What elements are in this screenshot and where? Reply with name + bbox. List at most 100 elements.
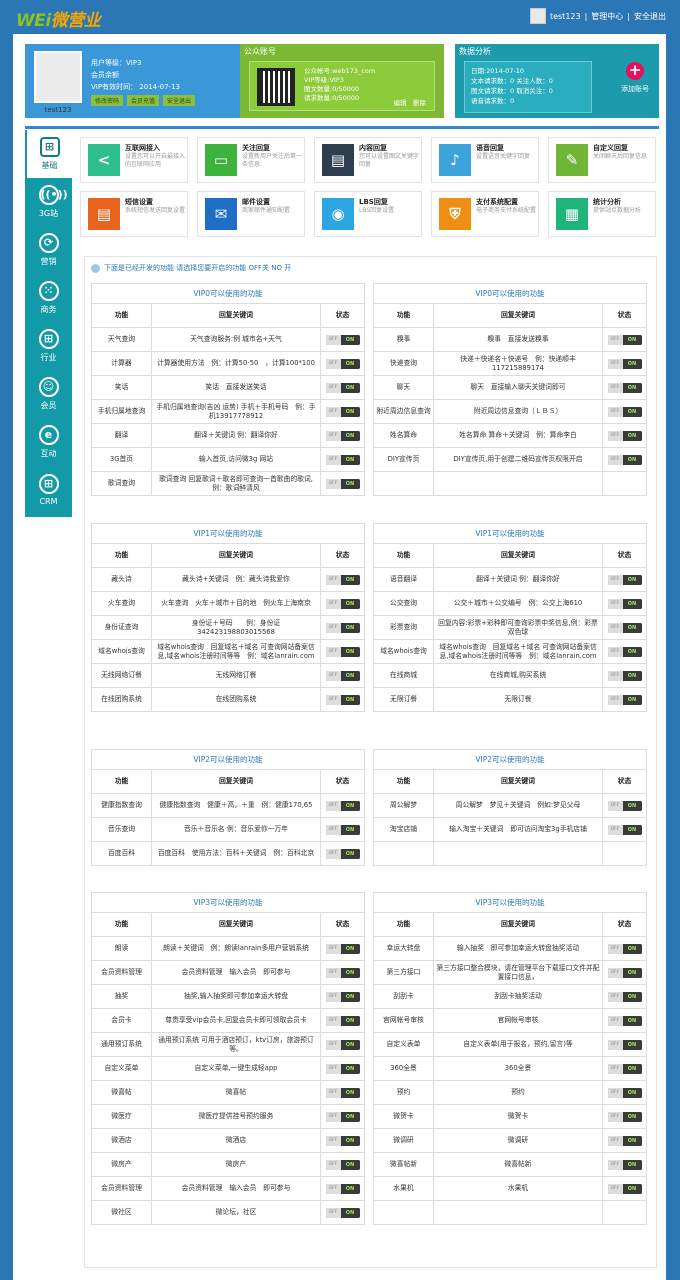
module-tile-4[interactable]: ✎ 自定义回复 关闭聊天后回复信息 [548,137,656,183]
on-off-toggle[interactable]: OFF ON [607,1135,642,1146]
nav-item-3[interactable]: ⁙ 商务 [25,274,72,322]
feature-keyword: 360全景 [433,1056,603,1081]
feature-keyword: 微房产 [151,1152,321,1177]
on-off-toggle[interactable]: OFF ON [607,694,642,705]
module-tile-7[interactable]: ◉ LBS回复 LBS回复设置 [314,191,422,237]
on-off-toggle[interactable]: OFF ON [607,991,642,1002]
on-off-toggle[interactable]: OFF ON [325,598,360,609]
module-tile-8[interactable]: ⛨ 支付系统配置 电子商务支付系统配置 [431,191,539,237]
toggle-on: ON [340,358,360,369]
on-off-toggle[interactable]: OFF ON [607,382,642,393]
change-password-button[interactable]: 修改密码 [91,95,124,106]
nav-item-5[interactable]: ☺ 会员 [25,370,72,418]
on-off-toggle[interactable]: OFF ON [325,967,360,978]
on-off-toggle[interactable]: OFF ON [325,943,360,954]
on-off-toggle[interactable]: OFF ON [607,646,642,657]
on-off-toggle[interactable]: OFF ON [607,800,642,811]
on-off-toggle[interactable]: OFF ON [325,800,360,811]
nav-item-7[interactable]: ⊞ CRM [25,466,72,514]
toggle-on: ON [622,967,642,978]
on-off-toggle[interactable]: OFF ON [607,358,642,369]
on-off-toggle[interactable]: OFF ON [607,406,642,417]
add-account-button[interactable]: + 添加账号 [605,62,665,94]
on-off-toggle[interactable]: OFF ON [607,943,642,954]
on-off-toggle[interactable]: OFF ON [325,358,360,369]
on-off-toggle[interactable]: OFF ON [325,1207,360,1218]
on-off-toggle[interactable]: OFF ON [325,848,360,859]
on-off-toggle[interactable]: OFF ON [325,1183,360,1194]
toggle-off: OFF [607,1135,623,1146]
on-off-toggle[interactable]: OFF ON [607,1015,642,1026]
on-off-toggle[interactable]: OFF ON [325,1135,360,1146]
on-off-toggle[interactable]: OFF ON [325,574,360,585]
on-off-toggle[interactable]: OFF ON [607,1159,642,1170]
feature-name: 天气查询 [91,327,152,352]
on-off-toggle[interactable]: OFF ON [325,1063,360,1074]
on-off-toggle[interactable]: OFF ON [607,430,642,441]
col-status: 状态 [602,912,647,937]
on-off-toggle[interactable]: OFF ON [325,622,360,633]
on-off-toggle[interactable]: OFF ON [607,622,642,633]
module-tile-3[interactable]: ♪ 语音回复 设置语音关键字回复 [431,137,539,183]
on-off-toggle[interactable]: OFF ON [325,1015,360,1026]
logo[interactable]: WEi微营业 [16,6,101,31]
table-row: 会员资料管理 会员资料管理 输入会员 即可参与 OFF ON [91,1176,365,1201]
on-off-toggle[interactable]: OFF ON [325,694,360,705]
on-off-toggle[interactable]: OFF ON [607,1183,642,1194]
feature-keyword: 公交＋城市＋公交编号 例：公交上海610 [433,591,603,616]
feature-name: 会员卡 [91,1008,152,1033]
recharge-button[interactable]: 会员充值 [127,95,160,106]
table-row: 预约 预约 OFF ON [373,1080,647,1105]
table-row: 3G首页 输入首页,访问微3g 网站 OFF ON [91,447,365,472]
on-off-toggle[interactable]: OFF ON [607,454,642,465]
on-off-toggle[interactable]: OFF ON [325,454,360,465]
on-off-toggle[interactable]: OFF ON [325,1087,360,1098]
on-off-toggle[interactable]: OFF ON [607,1063,642,1074]
toggle-off: OFF [607,1039,623,1050]
on-off-toggle[interactable]: OFF ON [325,1039,360,1050]
on-off-toggle[interactable]: OFF ON [607,1111,642,1122]
on-off-toggle[interactable]: OFF ON [607,574,642,585]
delete-account-link[interactable]: 删除 [413,99,426,107]
module-tile-1[interactable]: ▭ 关注回复 设置新用户关注后第一条信息 [197,137,305,183]
feature-keyword: 抽奖,输入抽奖即可参加幸运大转盘 [151,984,321,1009]
on-off-toggle[interactable]: OFF ON [325,478,360,489]
toggle-off: OFF [325,382,341,393]
on-off-toggle[interactable]: OFF ON [607,967,642,978]
toggle-on: ON [340,848,360,859]
toggle-off: OFF [607,670,623,681]
on-off-toggle[interactable]: OFF ON [325,646,360,657]
module-tile-0[interactable]: < 互联网接入 设置您可以开启最接入的互联网应用 [80,137,188,183]
on-off-toggle[interactable]: OFF ON [607,1039,642,1050]
on-off-toggle[interactable]: OFF ON [325,334,360,345]
on-off-toggle[interactable]: OFF ON [325,1159,360,1170]
edit-account-link[interactable]: 编辑 [394,99,407,107]
nav-label: 商务 [40,305,57,314]
feature-name: 歌词查询 [91,471,152,496]
profile-logout-button[interactable]: 安全退出 [163,95,196,106]
on-off-toggle[interactable]: OFF ON [325,406,360,417]
on-off-toggle[interactable]: OFF ON [607,598,642,609]
module-tile-5[interactable]: ▤ 短信设置 系统短信发送回复设置 [80,191,188,237]
nav-item-6[interactable]: e 互动 [25,418,72,466]
nav-item-1[interactable]: ((•)) 3G站 [25,178,72,226]
nav-item-0[interactable]: ⊞ 基础 [25,130,72,178]
on-off-toggle[interactable]: OFF ON [325,430,360,441]
nav-item-4[interactable]: ⊞ 行业 [25,322,72,370]
on-off-toggle[interactable]: OFF ON [325,382,360,393]
module-tile-9[interactable]: ▦ 统计分析 提供站点数据分析 [548,191,656,237]
on-off-toggle[interactable]: OFF ON [325,991,360,1002]
on-off-toggle[interactable]: OFF ON [325,1111,360,1122]
on-off-toggle[interactable]: OFF ON [607,824,642,835]
on-off-toggle[interactable]: OFF ON [325,670,360,681]
on-off-toggle[interactable]: OFF ON [607,670,642,681]
on-off-toggle[interactable]: OFF ON [607,1087,642,1098]
on-off-toggle[interactable]: OFF ON [325,824,360,835]
nav-item-2[interactable]: ⟳ 营销 [25,226,72,274]
on-off-toggle[interactable]: OFF ON [607,334,642,345]
manage-link[interactable]: 管理中心 [591,11,623,22]
module-tile-2[interactable]: ▤ 内容回复 您可以设置图文关键字回复 [314,137,422,183]
status-cell: OFF ON [320,1104,365,1129]
logout-link[interactable]: 安全退出 [634,11,666,22]
module-tile-6[interactable]: ✉ 邮件设置 商家邮件通知配置 [197,191,305,237]
